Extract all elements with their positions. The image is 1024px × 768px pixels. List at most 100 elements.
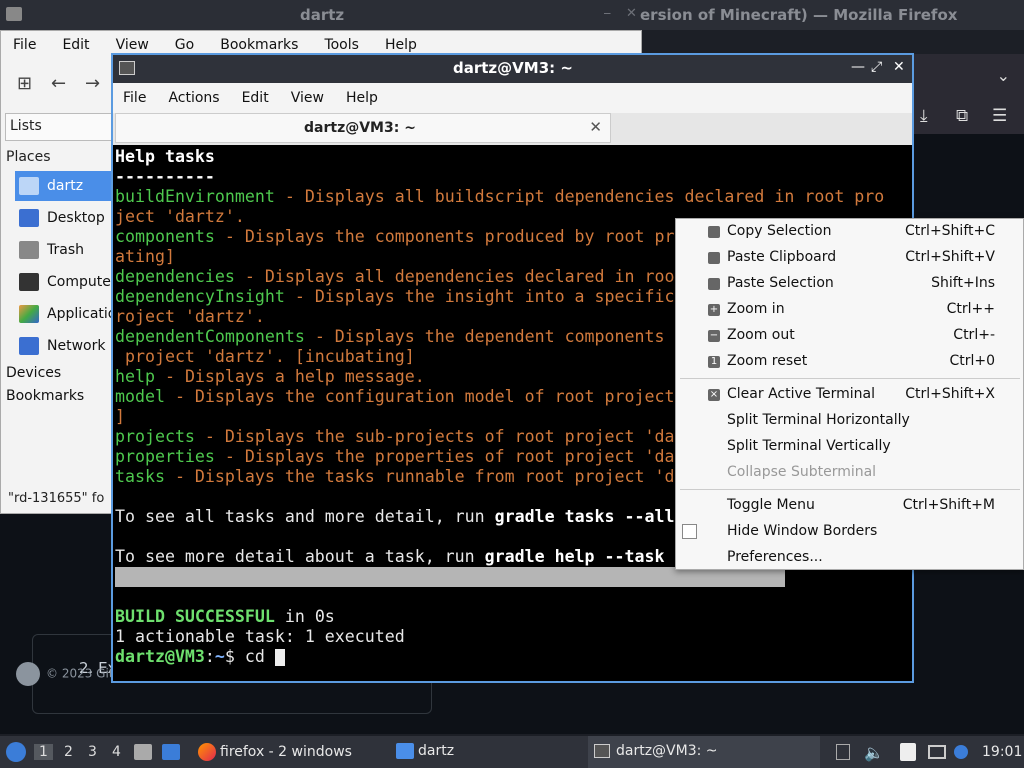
sidebar-item-desktop[interactable]: Desktop (15, 203, 113, 233)
start-menu-icon[interactable] (6, 742, 26, 762)
zoom-in-icon: + (708, 304, 720, 316)
menu-separator (680, 489, 1020, 490)
volume-icon[interactable]: 🔈 (864, 743, 884, 762)
update-notifier-icon[interactable] (954, 745, 968, 759)
workspace-2[interactable]: 2 (64, 744, 73, 760)
menu-bookmarks[interactable]: Bookmarks (220, 37, 298, 53)
menu-item-copy-selection[interactable]: Copy Selection Ctrl+Shift+C (676, 219, 1023, 245)
sidebar-item-applications[interactable]: Applications (15, 299, 113, 329)
menu-item-zoom-reset[interactable]: 1 Zoom reset Ctrl+0 (676, 349, 1023, 375)
terminal-icon (119, 61, 135, 75)
sidebar-item-trash[interactable]: Trash (15, 235, 113, 265)
taskbar: 1 2 3 4 firefox - 2 windows dartz dartz@… (0, 736, 1024, 768)
devices-label: Devices (6, 365, 62, 381)
firefox-titlebar: dartz ersion of Minecraft) — Mozilla Fir… (0, 0, 1024, 30)
task-terminal[interactable]: dartz@VM3: ~ (588, 736, 820, 768)
workspace-3[interactable]: 3 (88, 744, 97, 760)
clock[interactable]: 19:01 (982, 744, 1022, 760)
close-icon[interactable]: ✕ (893, 59, 905, 75)
paste-icon (708, 252, 720, 264)
window-menu-icon[interactable] (6, 7, 22, 21)
notes-icon[interactable] (900, 743, 916, 761)
sidebar-item-network[interactable]: Network (15, 331, 113, 361)
menu-item-split-vertically[interactable]: Split Terminal Vertically (676, 434, 1023, 460)
paste-icon (708, 278, 720, 290)
menu-item-collapse-subterminal: Collapse Subterminal (727, 464, 877, 480)
firefox-title-left: dartz (300, 6, 345, 24)
menu-item-hide-window-borders[interactable]: Hide Window Borders (676, 519, 1023, 545)
terminal-icon (594, 744, 610, 758)
firefox-icon (198, 743, 216, 761)
menu-item-paste-selection[interactable]: Paste Selection Shift+Ins (676, 271, 1023, 297)
hamburger-menu-icon[interactable]: ☰ (992, 106, 1007, 126)
home-folder-icon (19, 177, 39, 195)
terminal-titlebar: dartz@VM3: ~ — ⤢ ✕ (113, 55, 912, 83)
file-manager-launcher-icon[interactable] (134, 744, 152, 760)
terminal-menubar: File Actions Edit View Help (113, 83, 912, 113)
new-tab-icon[interactable]: ⊞ (17, 73, 32, 94)
checkbox[interactable] (682, 524, 697, 539)
menu-separator (680, 378, 1020, 379)
github-icon[interactable] (16, 662, 40, 686)
close-tab-icon[interactable]: ✕ (589, 118, 602, 136)
close-icon[interactable]: ✕ (626, 6, 637, 21)
places-label: Places (6, 149, 51, 165)
menu-item-zoom-out[interactable]: − Zoom out Ctrl+- (676, 323, 1023, 349)
firefox-title-right: ersion of Minecraft) — Mozilla Firefox (640, 6, 958, 24)
menu-go[interactable]: Go (175, 37, 194, 53)
menu-edit[interactable]: Edit (62, 37, 89, 53)
menu-tools[interactable]: Tools (324, 37, 359, 53)
menu-edit[interactable]: Edit (242, 90, 269, 106)
chevron-down-icon[interactable]: ⌄ (997, 66, 1010, 85)
copy-icon (708, 226, 720, 238)
menu-item-split-horizontally[interactable]: Split Terminal Horizontally (676, 408, 1023, 434)
bookmarks-label: Bookmarks (6, 388, 85, 404)
menu-help[interactable]: Help (346, 90, 378, 106)
menu-item-preferences[interactable]: Preferences... (676, 545, 1023, 571)
forward-arrow-icon[interactable]: → (85, 73, 100, 94)
terminal-line: buildEnvironment - Displays all buildscr… (115, 187, 885, 206)
page-footer: © 2023 Gith (16, 662, 121, 686)
task-file-manager[interactable]: dartz (390, 736, 460, 768)
menu-item-toggle-menu[interactable]: Toggle Menu Ctrl+Shift+M (676, 493, 1023, 519)
extensions-icon[interactable]: ⧉ (956, 106, 968, 126)
workspace-1[interactable]: 1 (34, 744, 53, 760)
menu-actions[interactable]: Actions (168, 90, 219, 106)
terminal-title: dartz@VM3: ~ (453, 59, 573, 77)
menu-view[interactable]: View (291, 90, 324, 106)
download-icon[interactable]: ⤓ (920, 106, 928, 126)
menu-file[interactable]: File (123, 90, 146, 106)
menu-help[interactable]: Help (385, 37, 417, 53)
menu-item-zoom-in[interactable]: + Zoom in Ctrl++ (676, 297, 1023, 323)
tab-label: dartz@VM3: ~ (304, 120, 416, 136)
context-menu: Copy Selection Ctrl+Shift+C Paste Clipboa… (675, 218, 1024, 570)
network-icon (19, 337, 39, 355)
minimize-icon[interactable]: — (851, 59, 865, 75)
terminal-line: BUILD SUCCESSFUL in 0s (115, 607, 335, 626)
minimize-icon[interactable]: ⎯ (604, 6, 611, 21)
show-desktop-icon[interactable] (162, 744, 180, 760)
status-bar: "rd-131655" fo (8, 491, 105, 506)
maximize-icon[interactable]: ⤢ (871, 59, 882, 75)
terminal-line: 1 actionable task: 1 executed (115, 627, 405, 646)
menu-item-paste-clipboard[interactable]: Paste Clipboard Ctrl+Shift+V (676, 245, 1023, 271)
text-cursor (274, 649, 285, 666)
workspace-4[interactable]: 4 (112, 744, 121, 760)
task-firefox[interactable]: firefox - 2 windows (192, 736, 358, 768)
side-pane-mode-select[interactable]: Lists (5, 113, 113, 141)
back-arrow-icon[interactable]: ← (51, 73, 66, 94)
menu-view[interactable]: View (116, 37, 149, 53)
menu-file[interactable]: File (13, 37, 36, 53)
clipboard-icon[interactable] (836, 744, 850, 760)
menu-item-clear-terminal[interactable]: × Clear Active Terminal Ctrl+Shift+X (676, 382, 1023, 408)
sidebar-item-home[interactable]: dartz (15, 171, 113, 201)
terminal-tab[interactable]: dartz@VM3: ~ ✕ (115, 113, 611, 143)
zoom-out-icon: − (708, 330, 720, 342)
sidebar-item-computer[interactable]: Computer (15, 267, 113, 297)
network-status-icon[interactable] (928, 745, 946, 759)
clear-icon: × (708, 389, 720, 401)
terminal-line: Help tasks (115, 147, 215, 166)
terminal-prompt-line[interactable]: dartz@VM3:~$ cd (115, 647, 910, 667)
zoom-reset-icon: 1 (708, 356, 720, 368)
